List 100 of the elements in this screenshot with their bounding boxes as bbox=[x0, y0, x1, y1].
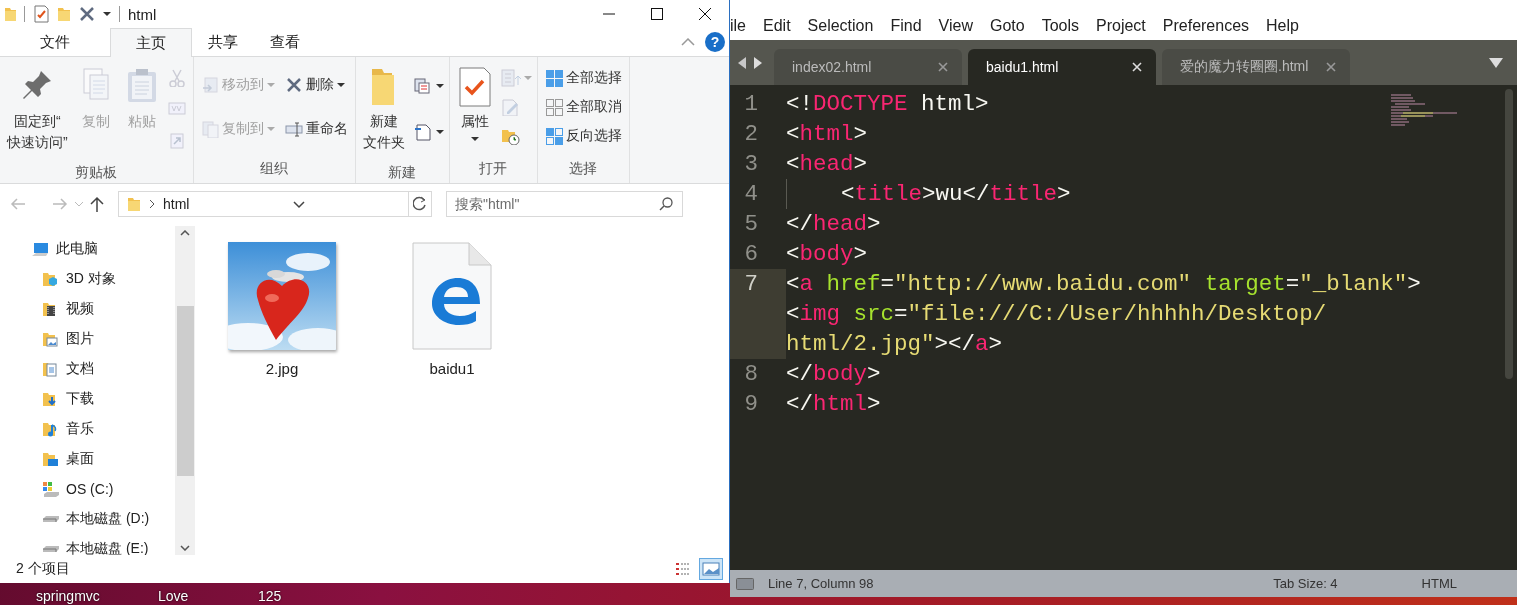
maximize-icon[interactable] bbox=[651, 8, 663, 20]
nav-item[interactable]: 图片 bbox=[0, 324, 175, 354]
menu-item[interactable]: Goto bbox=[989, 17, 1025, 35]
scrollbar[interactable] bbox=[175, 226, 195, 555]
line-number: 3 bbox=[743, 150, 759, 179]
item-count: 2 个项目 bbox=[16, 560, 70, 578]
chevron-up-icon[interactable] bbox=[681, 38, 695, 46]
nav-item[interactable]: 本地磁盘 (E:) bbox=[0, 534, 175, 555]
chevron-up-icon[interactable] bbox=[180, 230, 190, 236]
ribbon-button[interactable]: 新建 文件夹 bbox=[359, 63, 408, 155]
drive-icon bbox=[42, 545, 60, 553]
back-icon[interactable] bbox=[10, 197, 26, 211]
nav-item[interactable]: 音乐 bbox=[0, 414, 175, 444]
close-icon[interactable] bbox=[699, 8, 711, 20]
tab-left-icon[interactable] bbox=[738, 56, 747, 69]
code-line: <head> bbox=[786, 150, 868, 179]
ribbon-button[interactable]: 删除 bbox=[281, 74, 351, 96]
forward-icon[interactable] bbox=[52, 197, 68, 211]
file-item[interactable]: 2.jpg bbox=[227, 240, 337, 377]
tab-size-indicator[interactable]: Tab Size: 4 bbox=[1273, 576, 1338, 591]
ribbon-button[interactable]: 反向选择 bbox=[541, 125, 625, 148]
ribbon-tab[interactable]: 文件 bbox=[0, 28, 110, 56]
dropdown-icon[interactable] bbox=[1489, 57, 1503, 68]
windows-drive-icon bbox=[42, 480, 60, 498]
checkmark-document-icon[interactable] bbox=[33, 5, 49, 23]
menu-item[interactable]: ile bbox=[730, 17, 746, 35]
code-line: <a href="http://www.baidu.com" target="_blank"> bbox=[786, 270, 1421, 299]
path-icon bbox=[167, 100, 188, 118]
nav-item[interactable]: 3D 对象 bbox=[0, 264, 175, 294]
ribbon-tab[interactable]: 共享 bbox=[192, 28, 254, 56]
nav-item[interactable]: 视频 bbox=[0, 294, 175, 324]
group-label: 剪贴板 bbox=[74, 163, 119, 182]
nav-item[interactable]: 下载 bbox=[0, 384, 175, 414]
folder-icon bbox=[4, 6, 16, 22]
menu-item[interactable]: Help bbox=[1266, 17, 1299, 35]
folder-icon bbox=[57, 6, 71, 22]
menu-item[interactable]: View bbox=[938, 17, 973, 35]
code-line: <!DOCTYPE html> bbox=[786, 90, 989, 119]
select-all-icon bbox=[544, 68, 563, 87]
window-title: html bbox=[128, 5, 157, 23]
chevron-down-icon[interactable] bbox=[180, 545, 190, 551]
tab-right-icon[interactable] bbox=[753, 56, 762, 69]
desktop-folder-icon bbox=[42, 450, 60, 468]
search-field[interactable]: 搜索"html" bbox=[446, 191, 683, 217]
panel-icon[interactable] bbox=[736, 577, 754, 590]
ribbon-tab[interactable]: 主页 bbox=[110, 28, 192, 57]
line-number: 8 bbox=[743, 360, 759, 389]
file-item[interactable]: baidu1 bbox=[397, 240, 507, 377]
desktop-icon-label[interactable]: springmvc bbox=[36, 589, 100, 604]
chevron-down-icon[interactable] bbox=[292, 201, 305, 209]
menu-item[interactable]: Edit bbox=[763, 17, 791, 35]
line-number: 6 bbox=[743, 240, 759, 269]
breadcrumb[interactable]: html bbox=[163, 196, 190, 212]
line-number: 4 bbox=[743, 180, 759, 209]
editor-tab[interactable]: index02.html bbox=[774, 49, 962, 85]
rename-icon bbox=[284, 120, 303, 138]
computer-icon bbox=[32, 240, 50, 258]
refresh-icon[interactable] bbox=[413, 196, 427, 212]
up-icon[interactable] bbox=[90, 196, 104, 212]
group-label: 打开 bbox=[478, 159, 509, 178]
menu-item[interactable]: Preferences bbox=[1162, 17, 1250, 35]
delete-icon[interactable] bbox=[79, 6, 95, 22]
large-icons-view-icon[interactable] bbox=[702, 562, 720, 576]
ribbon-button[interactable]: 固定到“ 快速访问” bbox=[4, 63, 71, 155]
desktop-icon-label[interactable]: Love bbox=[158, 589, 189, 604]
ribbon-button[interactable]: 重命名 bbox=[281, 118, 351, 140]
desktop-icon-label[interactable]: 125 bbox=[258, 589, 282, 604]
ribbon-button[interactable]: 全部取消 bbox=[541, 96, 625, 118]
nav-item[interactable]: 本地磁盘 (D:) bbox=[0, 504, 175, 534]
select-none-icon bbox=[544, 98, 563, 116]
ribbon-button[interactable]: 全部选择 bbox=[541, 66, 625, 89]
nav-item[interactable]: OS (C:) bbox=[0, 474, 175, 504]
line-number: 1 bbox=[743, 90, 759, 119]
search-icon[interactable] bbox=[659, 197, 673, 211]
nav-item[interactable]: 桌面 bbox=[0, 444, 175, 474]
ribbon-button[interactable]: 属性 bbox=[453, 63, 496, 151]
document-icon bbox=[412, 123, 433, 141]
move-icon bbox=[200, 76, 219, 94]
new-item-icon bbox=[412, 77, 433, 95]
help-button[interactable]: ? bbox=[705, 32, 725, 52]
delete-icon bbox=[284, 76, 303, 94]
details-view-icon[interactable] bbox=[675, 562, 691, 576]
address-bar[interactable]: html bbox=[118, 191, 432, 217]
ribbon-icon-button[interactable] bbox=[411, 76, 445, 96]
line-number: 2 bbox=[743, 120, 759, 149]
syntax-indicator[interactable]: HTML bbox=[1421, 576, 1457, 591]
editor-tab[interactable]: baidu1.html bbox=[968, 49, 1156, 85]
menu-item[interactable]: Tools bbox=[1041, 17, 1079, 35]
caret-icon bbox=[103, 11, 111, 17]
menu-item[interactable]: Selection bbox=[807, 17, 874, 35]
nav-item[interactable]: 此电脑 bbox=[0, 234, 175, 264]
code-line: </head> bbox=[786, 210, 881, 239]
editor-tab[interactable]: 爱的魔力转圈圈.html bbox=[1162, 49, 1350, 85]
ribbon-tab[interactable]: 查看 bbox=[254, 28, 316, 56]
nav-item[interactable]: 文档 bbox=[0, 354, 175, 384]
scrollbar[interactable] bbox=[1505, 89, 1513, 379]
menu-item[interactable]: Find bbox=[890, 17, 922, 35]
edge-document-icon bbox=[412, 242, 492, 350]
history-icon bbox=[500, 127, 521, 146]
menu-item[interactable]: Project bbox=[1096, 17, 1146, 35]
